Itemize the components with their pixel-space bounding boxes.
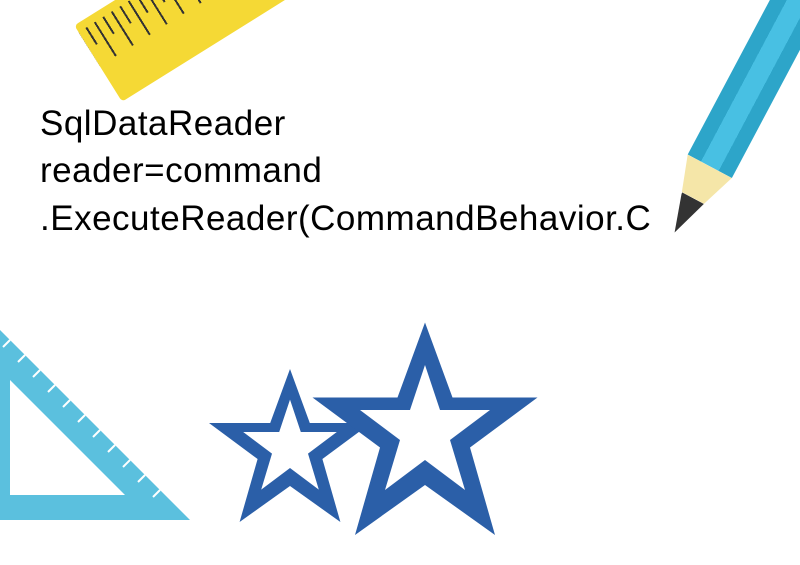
star-graphic-large xyxy=(300,310,550,560)
code-line-3: .ExecuteReader(CommandBehavior.C xyxy=(40,195,651,242)
code-snippet: SqlDataReader reader=command .ExecuteRea… xyxy=(40,100,651,242)
code-line-1: SqlDataReader xyxy=(40,100,651,147)
set-square-graphic xyxy=(0,300,200,530)
code-line-2: reader=command xyxy=(40,147,651,194)
pencil-graphic xyxy=(653,0,800,244)
ruler-graphic xyxy=(74,0,325,102)
